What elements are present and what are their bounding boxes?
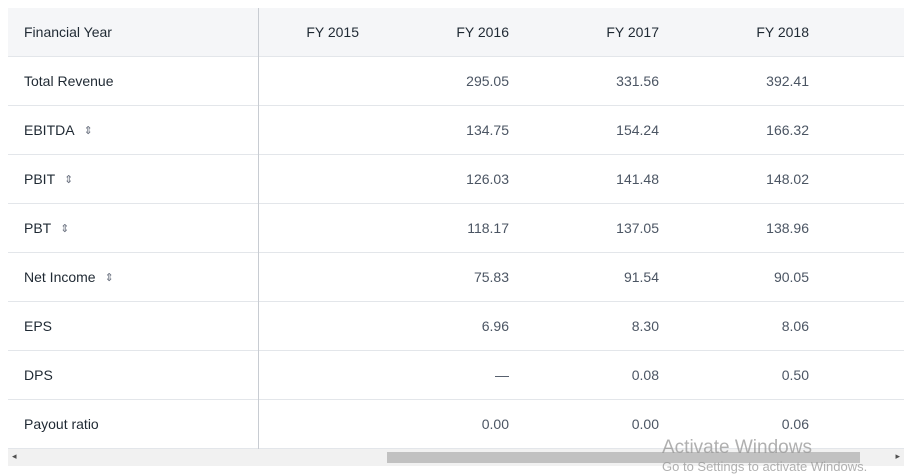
value-cell: 424.63 [811, 73, 904, 89]
header-row: FY 2015FY 2016FY 2017FY 2018FY 2019FY 20… [259, 8, 904, 57]
table-row: PBT ⇕ [8, 204, 258, 253]
value-cell: 148.02 [766, 171, 809, 187]
table-row: DPS [8, 351, 258, 400]
table-row: 126.03141.48148.02167.15183.23 [259, 155, 904, 204]
financials-table: Financial Year Total Revenue EBITDA ⇕ PB… [8, 8, 904, 449]
value-cell: 0.50 [781, 367, 809, 383]
table-row: PBIT ⇕ [8, 155, 258, 204]
value-cell: 0.08 [631, 367, 659, 383]
value-cell: 0.00 [481, 416, 509, 432]
table-row: 75.8391.5490.05111.05129.28 [259, 253, 904, 302]
sort-icon[interactable]: ⇕ [84, 124, 93, 137]
value-cell: 126.03 [466, 171, 509, 187]
year-header-cell: FY 2015 [306, 24, 359, 40]
row-label-eps: EPS [24, 318, 53, 334]
value-cell: 188.27 [811, 122, 904, 138]
table-row: 0.000.000.060.060.05 [259, 400, 904, 449]
table-row: Total Revenue [8, 57, 258, 106]
values-grid: FY 2015FY 2016FY 2017FY 2018FY 2019FY 20… [259, 8, 904, 449]
value-cell: 141.48 [616, 171, 659, 187]
value-cell: — [495, 367, 509, 383]
sort-icon[interactable]: ⇕ [60, 222, 69, 235]
value-cell: 90.05 [773, 269, 809, 285]
value-cell: 0.06 [811, 416, 904, 432]
value-cell: 134.75 [466, 122, 509, 138]
value-cell: 295.05 [466, 73, 509, 89]
table-row: EBITDA ⇕ [8, 106, 258, 155]
sort-icon[interactable]: ⇕ [105, 271, 114, 284]
scroll-right-icon[interactable]: ▸ [895, 451, 900, 462]
value-cell: 154.24 [616, 122, 659, 138]
row-label-text: Net Income [24, 269, 96, 285]
row-label-pbit[interactable]: PBIT ⇕ [8, 171, 73, 187]
scrollbar-thumb[interactable] [387, 452, 860, 463]
value-cell: 91.54 [623, 269, 659, 285]
sort-icon[interactable]: ⇕ [64, 173, 73, 186]
financial-year-header: Financial Year [24, 24, 112, 40]
row-label-dps: DPS [24, 367, 53, 383]
table-row: EPS [8, 302, 258, 351]
value-cell: 8.30 [631, 318, 659, 334]
row-label-payout-ratio: Payout ratio [24, 416, 99, 432]
row-label-text: EBITDA [24, 122, 75, 138]
value-cell: 9.94 [811, 318, 904, 334]
value-cell: 166.32 [766, 122, 809, 138]
table-row: Payout ratio [8, 400, 258, 449]
value-cell: 0.00 [631, 416, 659, 432]
year-header-cell: FY 2017 [606, 24, 659, 40]
row-label-total-revenue: Total Revenue [24, 73, 114, 89]
value-cell: 331.56 [616, 73, 659, 89]
value-cell: 392.41 [766, 73, 809, 89]
value-cell: 111.05 [811, 269, 904, 285]
scroll-left-icon[interactable]: ◂ [12, 451, 17, 462]
table-row: 134.75154.24166.32188.27209.01 [259, 106, 904, 155]
value-cell: 118.17 [467, 220, 509, 236]
value-cell: 167.15 [811, 171, 904, 187]
value-cell: 138.96 [766, 220, 809, 236]
scrollable-values-area[interactable]: FY 2015FY 2016FY 2017FY 2018FY 2019FY 20… [259, 8, 904, 449]
table-row: Net Income ⇕ [8, 253, 258, 302]
value-cell: 0.60 [811, 367, 904, 383]
year-header-cell: FY 2016 [456, 24, 509, 40]
table-row: 118.17137.05138.96161.95179.15 [259, 204, 904, 253]
table-row: 295.05331.56392.41424.63449.63 [259, 57, 904, 106]
row-label-text: PBT [24, 220, 52, 236]
row-label-pbt[interactable]: PBT ⇕ [8, 220, 69, 236]
header-row: Financial Year [8, 8, 258, 57]
table-row: 6.968.308.069.9411.57 [259, 302, 904, 351]
value-cell: 6.96 [481, 318, 509, 334]
year-header-cell: FY 2018 [756, 24, 809, 40]
value-cell: 161.95 [811, 220, 904, 236]
value-cell: 0.06 [781, 416, 809, 432]
value-cell: 8.06 [781, 318, 809, 334]
row-labels-column: Financial Year Total Revenue EBITDA ⇕ PB… [8, 8, 259, 449]
year-header-cell: FY 2019 [811, 24, 904, 40]
row-label-ebitda[interactable]: EBITDA ⇕ [8, 122, 93, 138]
horizontal-scrollbar[interactable]: ◂ ▸ [8, 449, 904, 466]
value-cell: 137.05 [616, 220, 659, 236]
row-label-text: PBIT [24, 171, 56, 187]
row-label-net-income[interactable]: Net Income ⇕ [8, 269, 114, 285]
value-cell: 75.83 [473, 269, 509, 285]
table-row: —0.080.500.600.60 [259, 351, 904, 400]
